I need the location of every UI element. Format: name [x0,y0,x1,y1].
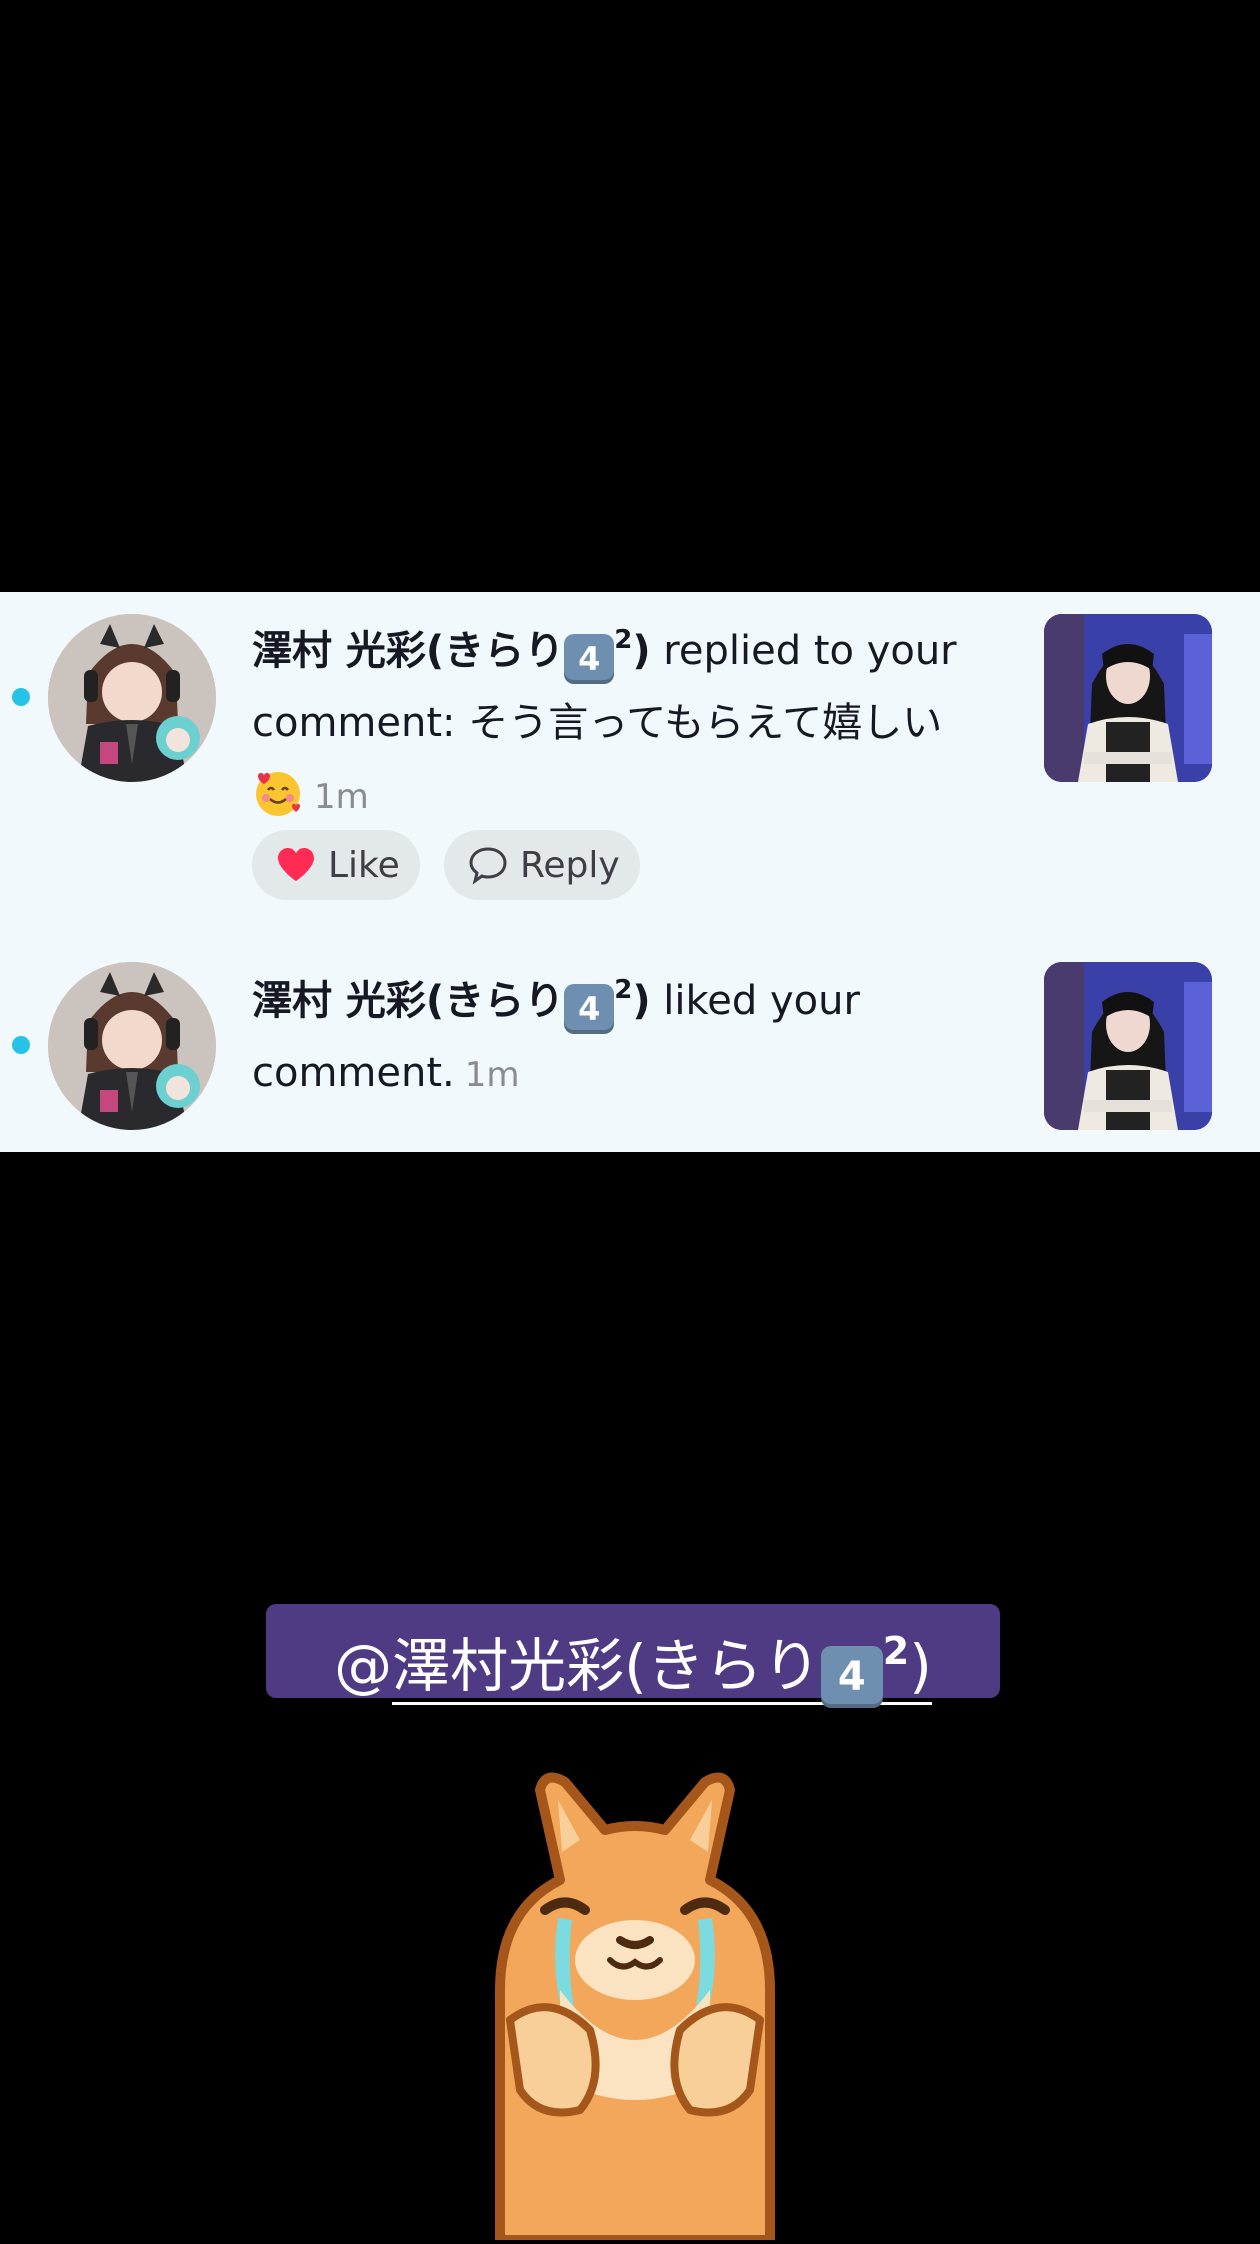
superscript: 2 [614,975,633,1005]
notification-item[interactable]: 澤村 光彩(きらり 4 2) liked your comment. 1m [0,940,1260,1152]
user-name[interactable]: 澤村 光彩(きらり [252,978,564,1024]
notification-text: 澤村 光彩(きらり 4 2) liked your comment. 1m [252,954,992,1111]
close-paren: ) [909,1632,932,1700]
notification-item[interactable]: 澤村 光彩(きらり 4 2) replied to your comment: そう… [0,592,1260,932]
keycap-4-emoji: 4 [564,984,615,1034]
heart-icon [278,848,314,881]
reply-label: Reply [520,844,620,886]
notification-text: 澤村 光彩(きらり 4 2) replied to your comment: そう… [252,604,992,833]
like-button[interactable]: Like [252,830,420,900]
keycap-4-emoji: 4 [820,1646,883,1708]
crying-shiba-sticker [440,1760,830,2244]
timestamp: 1m [314,777,369,817]
reply-button[interactable]: Reply [444,830,640,900]
at-sign: @ [334,1632,393,1700]
mention-handle: 澤村光彩(きらり 42) [392,1629,932,1708]
video-thumbnail[interactable] [1044,962,1212,1130]
comment-text: そう言ってもらえて嬉しい [468,700,943,746]
comment-bubble-icon [469,847,507,885]
notifications-panel: 澤村 光彩(きらり 4 2) replied to your comment: そう… [0,592,1260,1152]
like-label: Like [328,844,400,886]
avatar[interactable] [48,614,216,782]
avatar[interactable] [48,962,216,1130]
smiling-face-with-hearts-icon [252,766,304,818]
timestamp: 1m [464,1055,520,1095]
keycap-4-emoji: 4 [564,634,615,684]
video-thumbnail[interactable] [1044,614,1212,782]
unread-dot [12,688,30,706]
superscript: 2 [882,1629,910,1673]
close-paren: ) [632,628,651,674]
user-name[interactable]: 澤村 光彩(きらり [252,628,564,674]
close-paren: ) [632,978,651,1024]
superscript: 2 [614,625,633,655]
unread-dot [12,1036,30,1054]
mention-caption[interactable]: @澤村光彩(きらり 42) [266,1604,1000,1708]
